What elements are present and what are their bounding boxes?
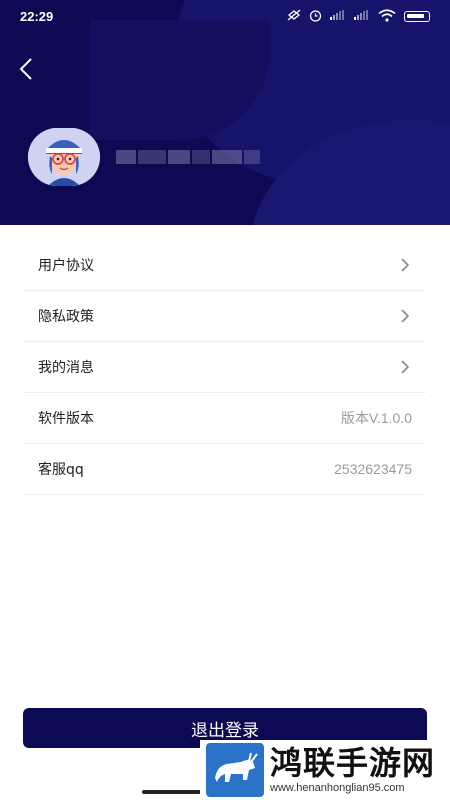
menu-item-user-agreement[interactable]: 用户协议: [24, 240, 426, 291]
watermark-title: 鸿联手游网: [270, 744, 436, 782]
menu-item-label: 隐私政策: [38, 309, 94, 325]
menu-item-software-version: 软件版本 版本V.1.0.0: [24, 393, 426, 444]
alarm-icon: [309, 9, 322, 24]
menu-item-label: 软件版本: [38, 411, 94, 427]
username-redacted: [116, 150, 276, 166]
watermark: 鸿联手游网 www.henanhonglian95.com: [200, 740, 450, 800]
chevron-right-icon: [398, 257, 412, 273]
menu-item-label: 我的消息: [38, 360, 94, 376]
battery-icon: [404, 10, 430, 22]
alarm-off-icon: [287, 9, 301, 23]
chevron-left-icon: [19, 58, 32, 80]
status-time: 22:29: [20, 8, 54, 24]
qq-number-value: 2532623475: [334, 461, 412, 477]
menu-item-label: 客服qq: [38, 462, 84, 478]
user-avatar-icon: [28, 128, 100, 186]
status-bar: 22:29: [0, 0, 450, 32]
menu-item-my-messages[interactable]: 我的消息: [24, 342, 426, 393]
status-icons: [287, 8, 430, 24]
menu-item-customer-service-qq[interactable]: 客服qq 2532623475: [24, 444, 426, 495]
chevron-right-icon: [398, 308, 412, 324]
watermark-url: www.henanhonglian95.com: [270, 782, 405, 794]
signal-icon: [354, 10, 370, 22]
settings-menu: 用户协议 隐私政策 我的消息 软件版本 版本V.1.0.0 客服qq 25326…: [24, 240, 426, 495]
avatar[interactable]: [28, 128, 100, 186]
menu-item-label: 用户协议: [38, 258, 94, 274]
signal-icon: [330, 10, 346, 22]
back-button[interactable]: [12, 54, 40, 84]
chevron-right-icon: [398, 359, 412, 375]
version-value: 版本V.1.0.0: [340, 410, 412, 426]
wifi-icon: [378, 8, 396, 24]
bull-logo-icon: [206, 743, 264, 797]
watermark-text: 鸿联手游网 www.henanhonglian95.com: [270, 745, 435, 795]
profile-header: [0, 0, 450, 225]
menu-item-privacy-policy[interactable]: 隐私政策: [24, 291, 426, 342]
